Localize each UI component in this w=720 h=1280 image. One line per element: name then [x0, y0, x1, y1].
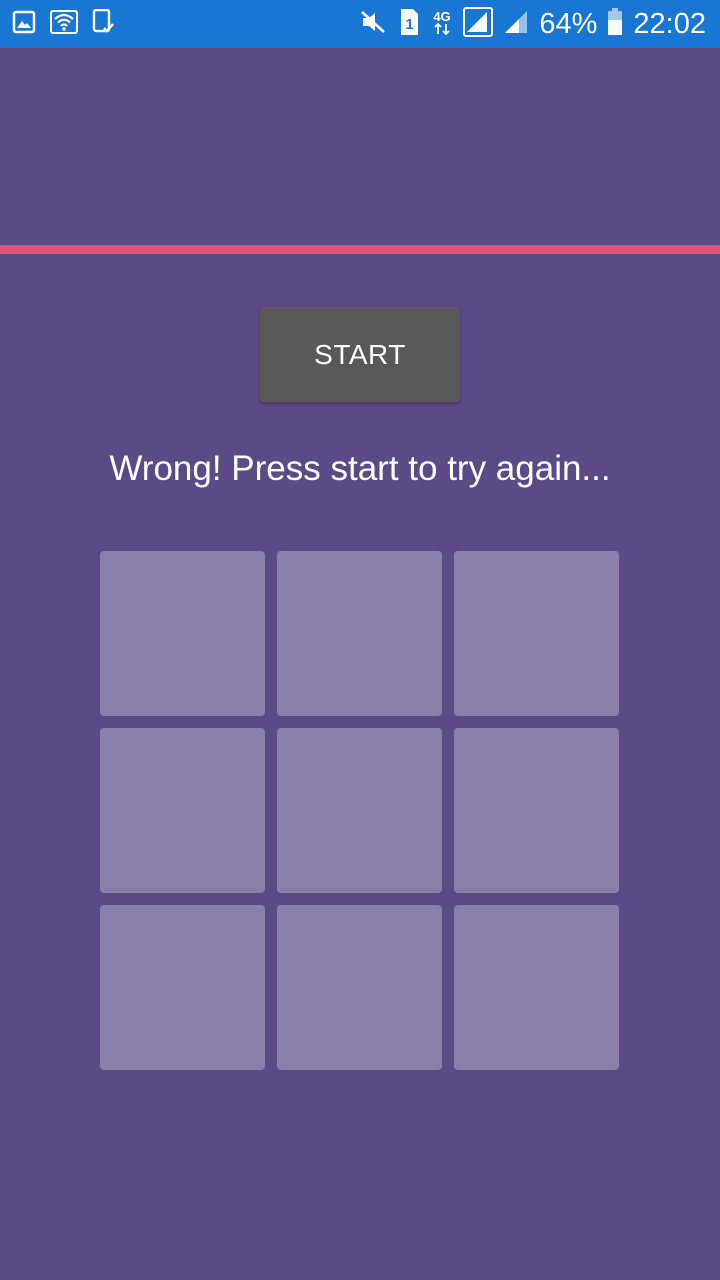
signal-icon	[463, 6, 494, 42]
gallery-icon	[12, 10, 36, 39]
signal-icon-2	[503, 9, 529, 40]
grid-tile-4[interactable]	[100, 728, 265, 893]
network-type-label: 4G	[434, 9, 451, 24]
status-bar-left	[12, 8, 116, 40]
grid-tile-7[interactable]	[100, 905, 265, 1070]
status-message: Wrong! Press start to try again...	[109, 449, 611, 488]
sim-slot-label: 1	[406, 16, 414, 33]
accent-divider	[0, 245, 720, 254]
grid-tile-2[interactable]	[277, 551, 442, 716]
grid-tile-6[interactable]	[454, 728, 619, 893]
grid-tile-1[interactable]	[100, 551, 265, 716]
sim-icon: 1	[397, 8, 421, 41]
network-4g-icon: 4G	[431, 8, 453, 41]
battery-percent: 64%	[539, 7, 598, 40]
grid-tile-9[interactable]	[454, 905, 619, 1070]
mute-icon	[359, 8, 387, 41]
start-button[interactable]: START	[260, 307, 460, 402]
grid-tile-3[interactable]	[454, 551, 619, 716]
clock: 22:02	[633, 7, 706, 40]
status-bar: 1 4G 64% 22:02	[0, 0, 720, 48]
tile-grid	[100, 551, 620, 1071]
grid-tile-8[interactable]	[277, 905, 442, 1070]
grid-tile-5[interactable]	[277, 728, 442, 893]
battery-icon	[607, 7, 623, 41]
wifi-icon	[50, 9, 78, 39]
header-area	[0, 48, 720, 245]
device-check-icon	[92, 8, 116, 40]
status-bar-right: 1 4G 64% 22:02	[359, 0, 706, 48]
